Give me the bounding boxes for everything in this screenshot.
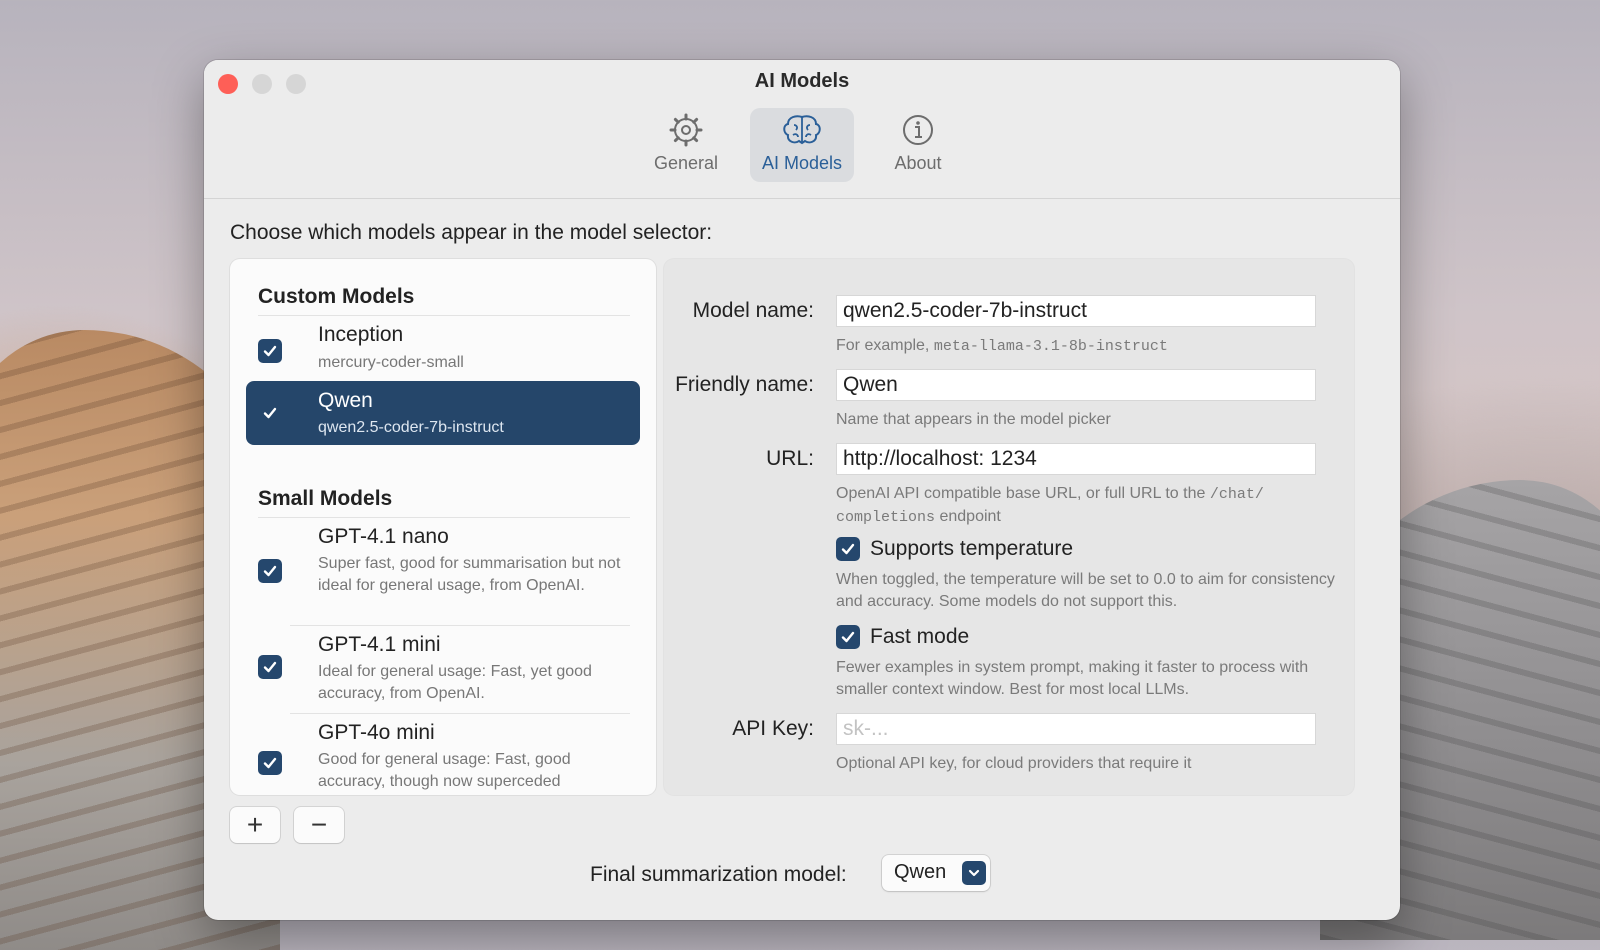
tab-about[interactable]: About <box>866 108 970 182</box>
divider <box>258 517 630 518</box>
tab-ai-models-label: AI Models <box>761 153 843 173</box>
model-detail: Super fast, good for summarisation but n… <box>318 555 621 594</box>
checkbox-inception[interactable] <box>258 339 282 363</box>
supports-temperature-help: When toggled, the temperature will be se… <box>836 571 1335 610</box>
toolbar-tabs: General AI Models About <box>204 108 1400 182</box>
final-model-row: Final summarization model: Qwen <box>204 853 1400 913</box>
divider <box>258 315 630 316</box>
fast-mode-checkbox[interactable]: Fast mode <box>836 625 969 649</box>
friendly-name-help: Name that appears in the model picker <box>836 411 1111 428</box>
model-name: GPT-4.1 nano <box>318 525 449 548</box>
final-summarization-popup[interactable]: Qwen <box>882 855 990 891</box>
checkmark-icon <box>841 543 855 555</box>
model-name: Qwen <box>318 389 373 412</box>
model-name: GPT-4o mini <box>318 721 435 744</box>
list-item-inception[interactable]: Inception mercury-coder-small <box>246 323 640 379</box>
tab-general-label: General <box>653 153 719 173</box>
title-bar: AI Models General AI Models About <box>204 60 1400 199</box>
model-detail: mercury-coder-small <box>318 354 464 371</box>
url-field[interactable] <box>836 443 1316 475</box>
section-title-small-models: Small Models <box>258 487 393 510</box>
checkbox[interactable] <box>836 537 860 561</box>
fast-mode-help: Fewer examples in system prompt, making … <box>836 659 1309 698</box>
tab-general[interactable]: General <box>634 108 738 182</box>
tab-about-label: About <box>894 153 942 173</box>
checkbox-gpt-4-1-mini[interactable] <box>258 655 282 679</box>
tab-ai-models[interactable]: AI Models <box>750 108 854 182</box>
supports-temperature-checkbox[interactable]: Supports temperature <box>836 537 1073 561</box>
content-area: Choose which models appear in the model … <box>204 199 1400 920</box>
brain-icon <box>783 115 821 145</box>
checkmark-icon <box>841 631 855 643</box>
checkbox-gpt-4o-mini[interactable] <box>258 751 282 775</box>
model-detail: qwen2.5-coder-7b-instruct <box>318 419 504 436</box>
api-key-field[interactable] <box>836 713 1316 745</box>
gear-icon <box>669 113 703 147</box>
checkmark-icon <box>263 565 277 577</box>
remove-model-button[interactable]: − <box>294 807 344 843</box>
model-detail: Ideal for general usage: Fast, yet good … <box>318 663 592 702</box>
divider <box>290 713 630 714</box>
model-list[interactable]: Custom Models Inception mercury-coder-sm… <box>230 259 656 795</box>
checkmark-icon <box>263 757 277 769</box>
list-item-qwen[interactable]: Qwen qwen2.5-coder-7b-instruct <box>246 381 640 445</box>
fast-mode-label: Fast mode <box>870 625 970 648</box>
model-name: Inception <box>318 323 404 346</box>
checkmark-icon <box>263 345 277 357</box>
final-summarization-label: Final summarization model: <box>590 863 847 886</box>
model-name-field[interactable] <box>836 295 1316 327</box>
checkbox-gpt-4-1-nano[interactable] <box>258 559 282 583</box>
section-title-custom-models: Custom Models <box>258 285 415 308</box>
supports-temperature-label: Supports temperature <box>870 537 1074 560</box>
model-name-help: For example, meta-llama-3.1-8b-instruct <box>836 337 1168 355</box>
divider <box>290 625 630 626</box>
url-label: URL: <box>766 447 814 470</box>
model-detail: Good for general usage: Fast, good accur… <box>318 751 571 790</box>
friendly-name-field[interactable] <box>836 369 1316 401</box>
settings-window: AI Models General AI Models About Choose… <box>204 60 1400 920</box>
chevron-down-icon <box>962 861 986 885</box>
window-title: AI Models <box>754 70 850 92</box>
checkmark-icon <box>263 661 277 673</box>
popup-value: Qwen <box>894 861 947 883</box>
friendly-name-label: Friendly name: <box>675 373 814 396</box>
url-help: OpenAI API compatible base URL, or full … <box>836 485 1264 526</box>
list-item-gpt-4o-mini[interactable]: GPT-4o mini Good for general usage: Fast… <box>246 721 640 795</box>
checkbox-qwen[interactable] <box>258 401 282 425</box>
info-icon <box>903 115 933 145</box>
model-detail-form: Model name: For example, meta-llama-3.1-… <box>664 259 1354 795</box>
list-item-gpt-4-1-mini[interactable]: GPT-4.1 mini Ideal for general usage: Fa… <box>246 633 640 713</box>
instruction-text: Choose which models appear in the model … <box>230 221 713 244</box>
add-model-button[interactable]: + <box>230 807 280 843</box>
checkmark-icon <box>263 407 277 419</box>
checkbox[interactable] <box>836 625 860 649</box>
api-key-label: API Key: <box>732 717 814 740</box>
model-name: GPT-4.1 mini <box>318 633 441 656</box>
model-name-label: Model name: <box>692 299 814 322</box>
api-key-help: Optional API key, for cloud providers th… <box>836 755 1192 772</box>
list-item-gpt-4-1-nano[interactable]: GPT-4.1 nano Super fast, good for summar… <box>246 525 640 619</box>
